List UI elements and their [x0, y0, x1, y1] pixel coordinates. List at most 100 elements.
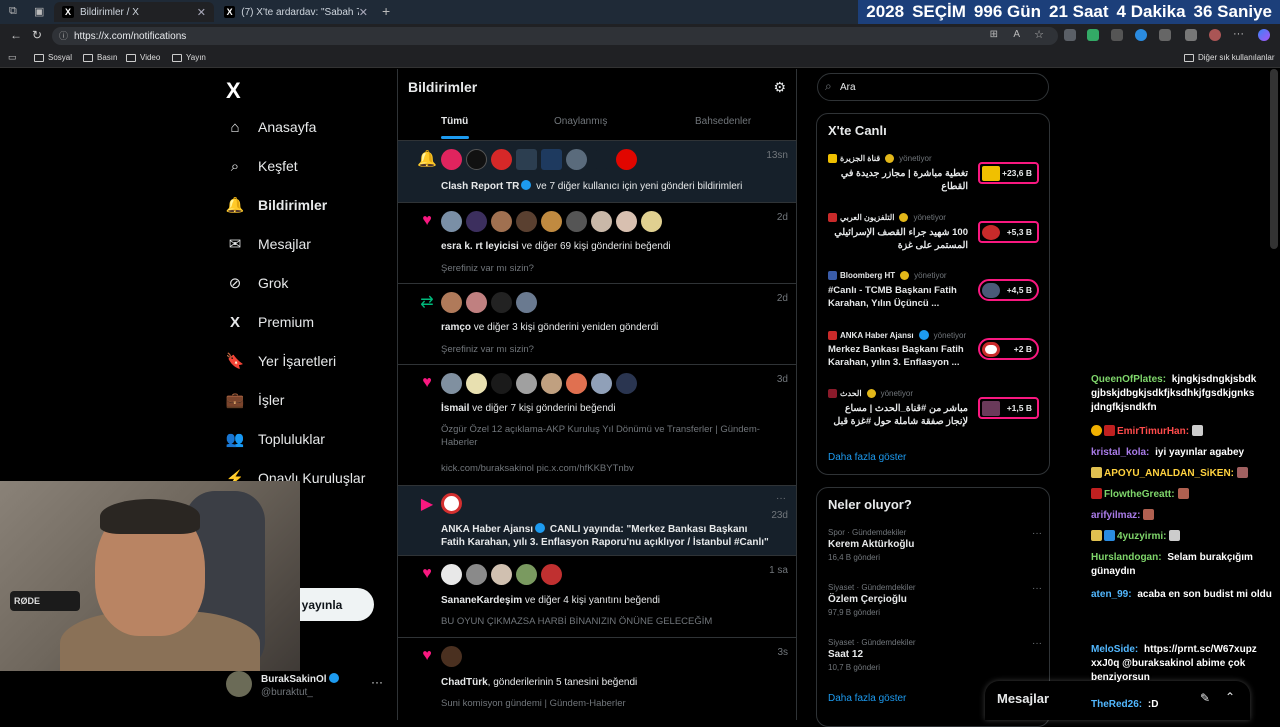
- other-bookmarks[interactable]: Diğer sık kullanılanlar: [1184, 53, 1274, 62]
- close-tab-icon[interactable]: ✕: [359, 6, 368, 19]
- notification-item[interactable]: ♥ 3d İsmail ve diğer 7 kişi gönderini be…: [398, 365, 796, 486]
- live-item[interactable]: قناة الجزيرة yönetiyor تغطية مباشرة | مجا…: [828, 154, 1042, 198]
- avatar[interactable]: [566, 373, 587, 394]
- show-more-link[interactable]: Daha fazla göster: [828, 693, 906, 704]
- extension-icon[interactable]: [1111, 29, 1123, 41]
- avatar[interactable]: [491, 211, 512, 232]
- more-options-icon[interactable]: ···: [776, 493, 786, 504]
- avatar[interactable]: [616, 373, 637, 394]
- avatar[interactable]: [441, 211, 462, 232]
- avatar[interactable]: [541, 373, 562, 394]
- notification-item[interactable]: 🔔 13sn Clash Report TR ve 7 diğer kullan…: [398, 141, 796, 203]
- notification-item[interactable]: ♥ 2d esra k. rt leyicisi ve diğer 69 kiş…: [398, 203, 796, 284]
- avatar[interactable]: [466, 292, 487, 313]
- page-scrollbar[interactable]: [1270, 69, 1278, 249]
- tab-all[interactable]: Tümü: [441, 116, 468, 127]
- show-more-link[interactable]: Daha fazla göster: [828, 452, 906, 463]
- notification-item[interactable]: ▶ ··· 23d ANKA Haber Ajansı CANLI yayınd…: [398, 486, 796, 556]
- listener-count-badge[interactable]: +4,5 B: [978, 279, 1039, 301]
- copilot-icon[interactable]: [1258, 29, 1270, 41]
- user-name[interactable]: İsmail: [441, 403, 469, 414]
- avatar[interactable]: [491, 292, 512, 313]
- extension-icon[interactable]: [1135, 29, 1147, 41]
- live-item[interactable]: الحدث yönetiyor مباشر من #قناة_الحدث | مس…: [828, 389, 1042, 433]
- avatar[interactable]: [441, 493, 462, 514]
- live-item[interactable]: Bloomberg HT yönetiyor #Canlı - TCMB Başk…: [828, 271, 1042, 315]
- search-input[interactable]: ⌕ Ara: [817, 73, 1049, 101]
- menu-dots-icon[interactable]: ···: [1233, 28, 1244, 40]
- favorites-icon[interactable]: [1185, 29, 1197, 41]
- avatar[interactable]: [516, 564, 537, 585]
- avatar[interactable]: [516, 292, 537, 313]
- app-available-icon[interactable]: ⊞: [990, 29, 998, 40]
- avatar[interactable]: [641, 211, 662, 232]
- notification-item[interactable]: ♥ 3s ChadTürk, gönderilerinin 5 tanesini…: [398, 638, 796, 720]
- avatar[interactable]: [516, 149, 537, 170]
- account-switcher[interactable]: BurakSakinOl @buraktut_ ···: [226, 671, 386, 701]
- x-logo-icon[interactable]: X: [226, 78, 241, 104]
- avatar[interactable]: [616, 149, 637, 170]
- avatar[interactable]: [441, 373, 462, 394]
- tab-post[interactable]: X (7) X'te ardardav: "Sabah 7 dram... ✕: [216, 2, 376, 22]
- notification-item[interactable]: ⇄ 2d ramço ve diğer 3 kişi gönderini yen…: [398, 284, 796, 365]
- avatar[interactable]: [466, 564, 487, 585]
- new-tab-icon[interactable]: +: [382, 3, 390, 19]
- bookmark-folder[interactable]: Sosyal: [34, 53, 72, 62]
- sidebar-item-grok[interactable]: ⊘ Grok: [226, 274, 289, 292]
- sidebar-item-home[interactable]: ⌂ Anasayfa: [226, 118, 316, 136]
- sidebar-item-bookmarks[interactable]: 🔖 Yer İşaretleri: [226, 352, 336, 370]
- user-name[interactable]: Clash Report TR: [441, 181, 519, 192]
- read-aloud-icon[interactable]: A: [1013, 29, 1020, 40]
- more-options-icon[interactable]: ···: [371, 675, 383, 689]
- avatar[interactable]: [566, 211, 587, 232]
- avatar[interactable]: [516, 211, 537, 232]
- extensions-puzzle-icon[interactable]: [1159, 29, 1171, 41]
- more-options-icon[interactable]: ···: [1032, 528, 1042, 539]
- back-icon[interactable]: ←: [10, 28, 22, 42]
- tab-actions-icon[interactable]: ▣: [34, 5, 44, 18]
- avatar[interactable]: [491, 373, 512, 394]
- extension-icon[interactable]: [1087, 29, 1099, 41]
- avatar[interactable]: [466, 149, 487, 170]
- avatar[interactable]: [616, 211, 637, 232]
- reload-icon[interactable]: ↻: [32, 28, 42, 42]
- sidebar-item-explore[interactable]: ⌕ Keşfet: [226, 157, 298, 175]
- gear-icon[interactable]: ⚙: [773, 79, 786, 96]
- bookmark-folder[interactable]: Basın: [83, 53, 117, 62]
- avatar[interactable]: [441, 292, 462, 313]
- avatar[interactable]: [466, 373, 487, 394]
- listener-count-badge[interactable]: +2 B: [978, 338, 1039, 360]
- avatar[interactable]: [566, 149, 587, 170]
- more-options-icon[interactable]: ···: [1032, 638, 1042, 649]
- sidebar-item-messages[interactable]: ✉ Mesajlar: [226, 235, 311, 253]
- trend-item[interactable]: Spor · Gündemdekiler Kerem Aktürkoğlu 16…: [828, 528, 1042, 566]
- avatar[interactable]: [591, 373, 612, 394]
- listener-count-badge[interactable]: +5,3 B: [978, 221, 1039, 243]
- live-item[interactable]: التلفزيون العربي yönetiyor 100 شهيد جراء …: [828, 213, 1042, 257]
- close-tab-icon[interactable]: ✕: [197, 6, 206, 19]
- workspaces-icon[interactable]: ⧉: [9, 5, 17, 18]
- tab-notifications[interactable]: X Bildirimler / X ✕: [54, 2, 214, 22]
- bookmark-folder[interactable]: Yayın: [172, 53, 206, 62]
- trend-item[interactable]: Siyaset · Gündemdekiler Saat 12 10,7 B g…: [828, 638, 1042, 676]
- profile-avatar-icon[interactable]: [1209, 29, 1221, 41]
- bookmark-folder[interactable]: Video: [126, 53, 160, 62]
- post-link[interactable]: kick.com/buraksakinol pic.x.com/hfKKBYTn…: [441, 462, 771, 475]
- avatar[interactable]: [491, 149, 512, 170]
- user-name[interactable]: SananeKardeşim: [441, 595, 522, 606]
- avatar[interactable]: [491, 564, 512, 585]
- tab-verified[interactable]: Onaylanmış: [554, 116, 607, 127]
- favorite-star-icon[interactable]: ☆: [1034, 28, 1044, 41]
- user-name[interactable]: ANKA Haber Ajansı: [441, 524, 533, 535]
- sidebar-item-jobs[interactable]: 💼 İşler: [226, 391, 285, 409]
- avatar[interactable]: [441, 646, 462, 667]
- avatar[interactable]: [541, 211, 562, 232]
- sidebar-item-communities[interactable]: 👥 Topluluklar: [226, 430, 325, 448]
- avatar[interactable]: [441, 564, 462, 585]
- user-name[interactable]: ChadTürk: [441, 677, 488, 688]
- reading-list-icon[interactable]: ▭: [8, 52, 17, 63]
- listener-count-badge[interactable]: +23,6 B: [978, 162, 1039, 184]
- avatar[interactable]: [541, 149, 562, 170]
- avatar[interactable]: [516, 373, 537, 394]
- more-options-icon[interactable]: ···: [1032, 583, 1042, 594]
